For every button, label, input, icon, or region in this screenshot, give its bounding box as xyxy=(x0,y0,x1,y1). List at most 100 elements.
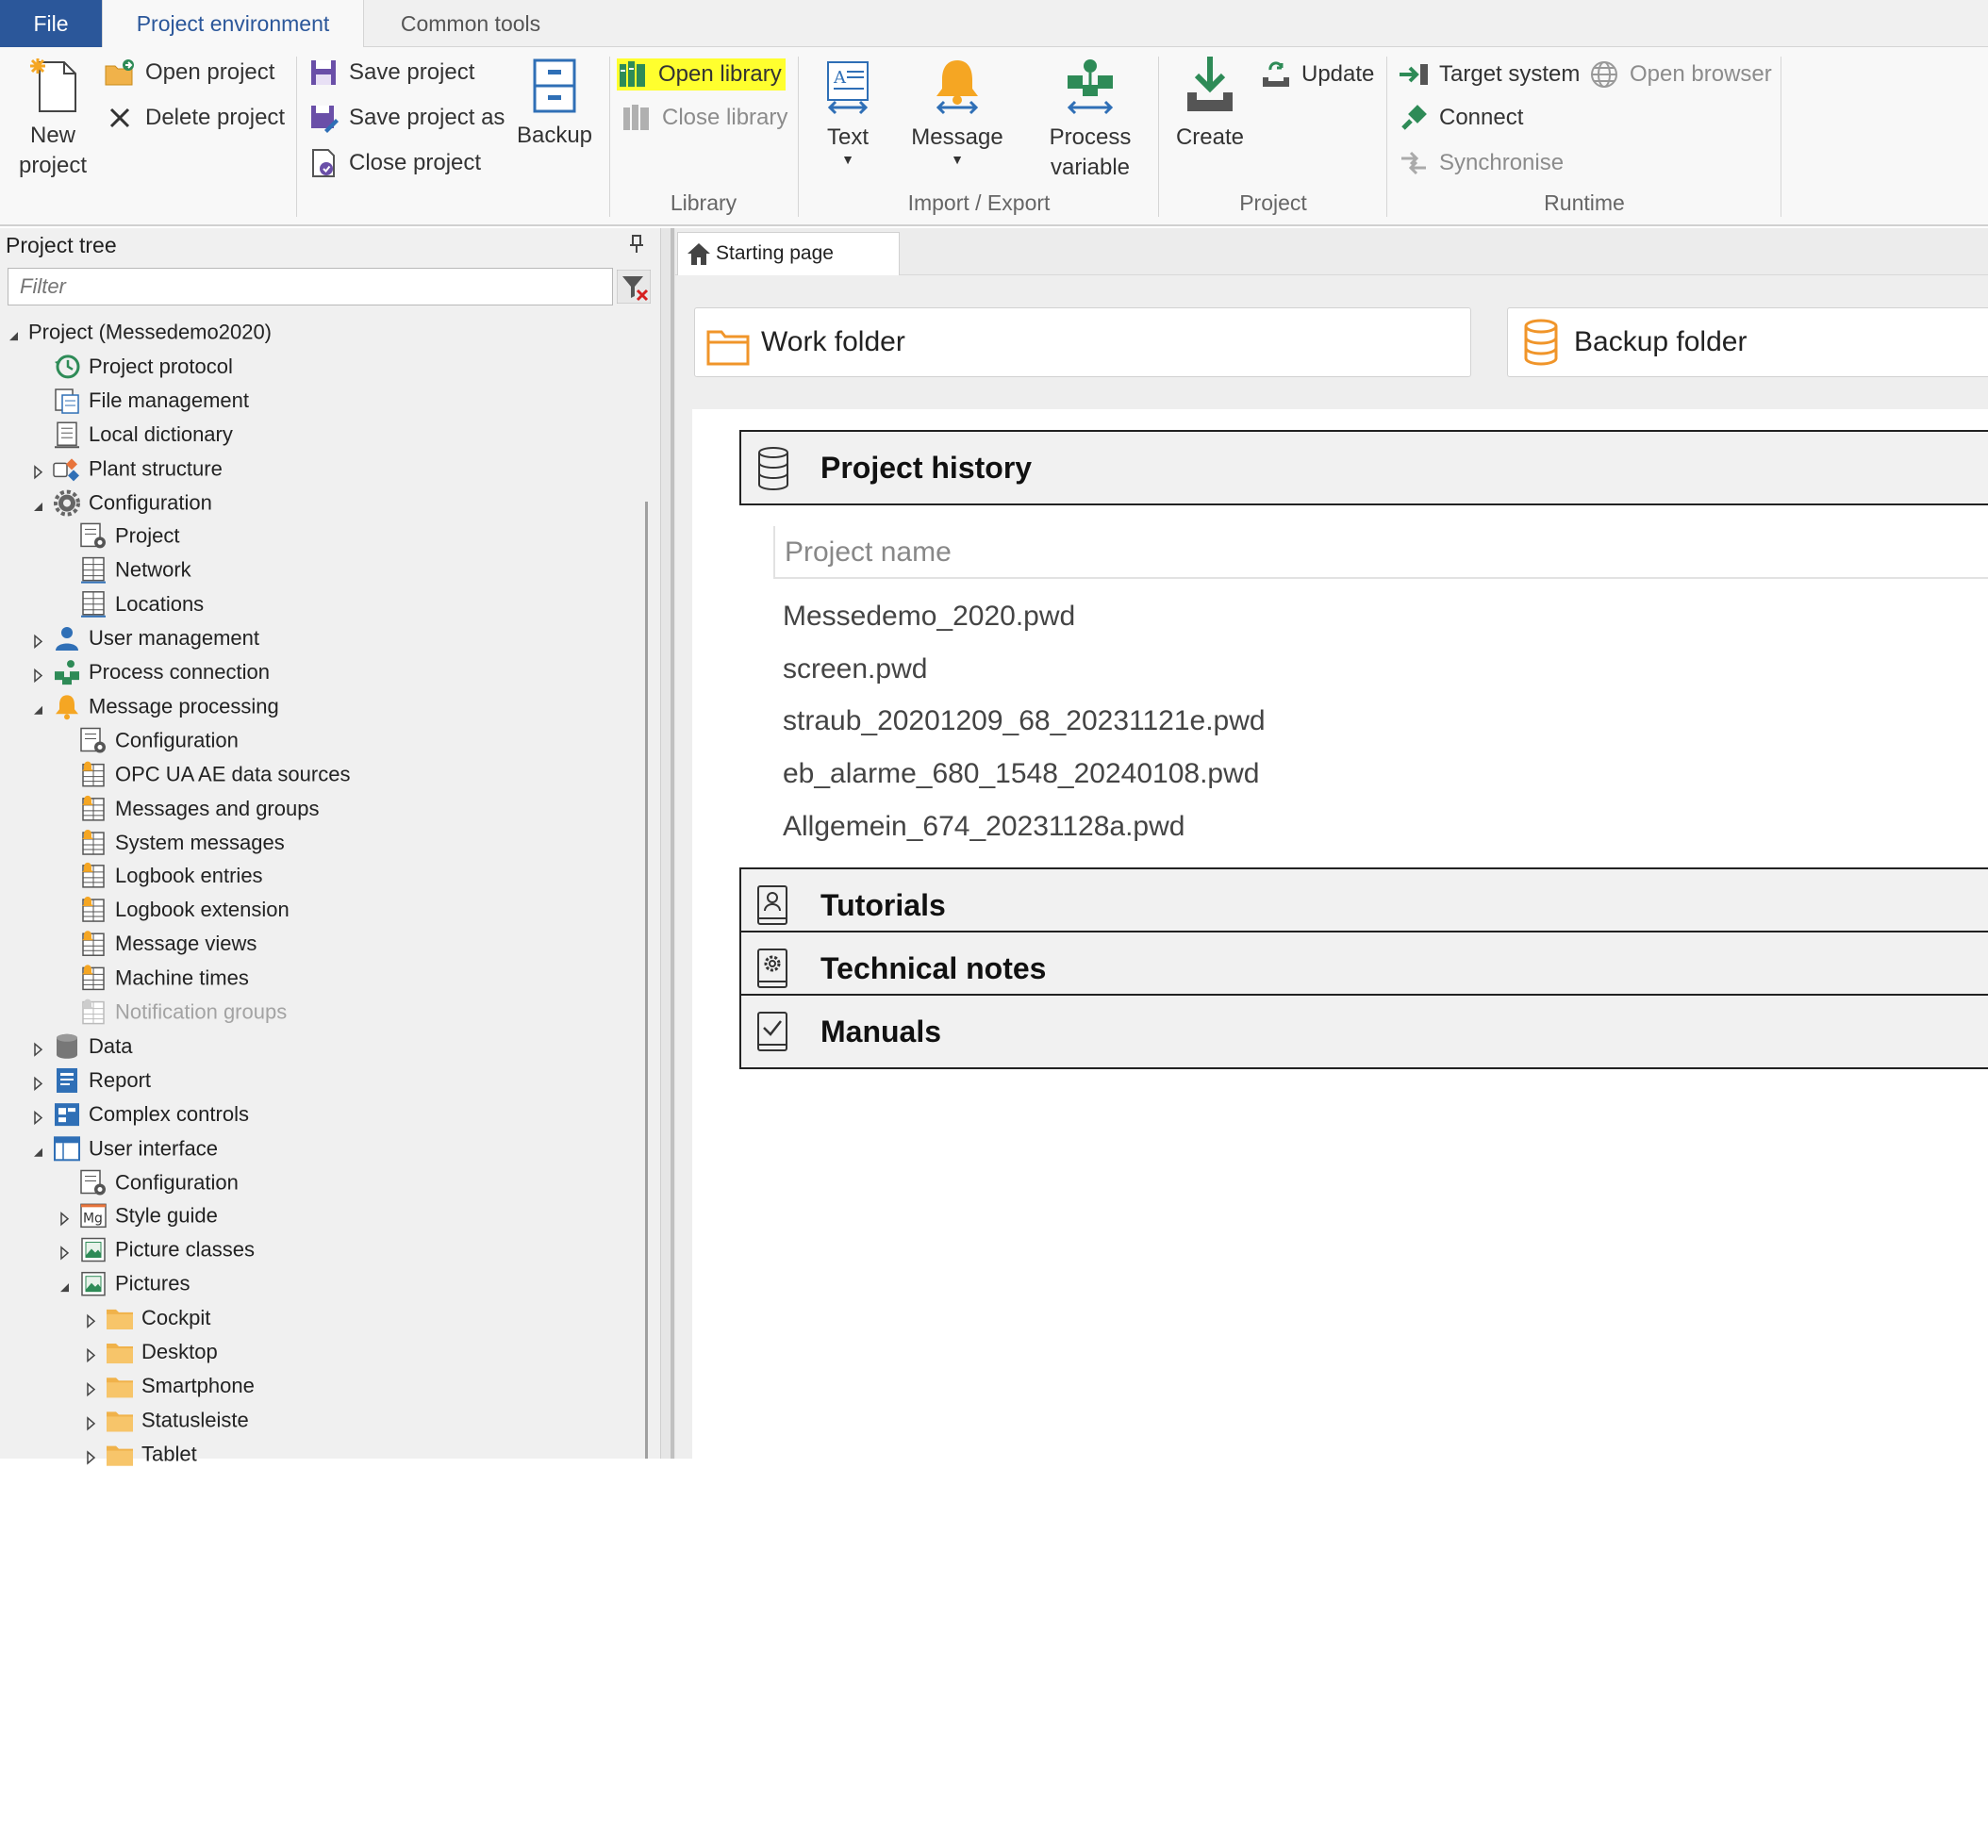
tab-file[interactable]: File xyxy=(0,0,102,47)
new-project-button[interactable]: New project xyxy=(6,57,100,181)
project-history-row[interactable]: screen.pwd xyxy=(783,651,927,688)
tab-starting-page[interactable]: Starting page xyxy=(677,232,900,275)
expand-arrow-icon[interactable] xyxy=(57,1246,72,1261)
text-import-button[interactable]: A Text ▼ xyxy=(807,58,888,166)
collapse-arrow-icon[interactable] xyxy=(30,1144,45,1159)
expand-arrow-icon[interactable] xyxy=(30,634,45,650)
tree-item[interactable]: Data xyxy=(53,1030,132,1064)
tree-item[interactable]: Pictures xyxy=(79,1267,190,1301)
manuals-header[interactable]: Manuals xyxy=(739,994,1988,1069)
close-library-button[interactable]: Close library xyxy=(621,102,787,134)
cfgdoc-icon xyxy=(79,726,108,754)
home-icon xyxy=(686,240,712,267)
save-project-as-button[interactable]: Save project as xyxy=(307,102,505,134)
tree-item[interactable]: Project xyxy=(79,520,179,553)
project-history-header[interactable]: Project history xyxy=(739,430,1988,505)
tree-item[interactable]: File management xyxy=(53,384,249,418)
project-history-row[interactable]: straub_20201209_68_20231121e.pwd xyxy=(783,702,1266,740)
close-project-button[interactable]: Close project xyxy=(307,147,481,179)
backup-button[interactable]: Backup xyxy=(509,57,600,151)
expand-arrow-icon[interactable] xyxy=(83,1415,98,1431)
update-button[interactable]: Update xyxy=(1260,58,1374,91)
tree-item[interactable]: System messages xyxy=(79,825,285,859)
expand-arrow-icon[interactable] xyxy=(83,1347,98,1363)
open-project-button[interactable]: Open project xyxy=(104,57,274,89)
connect-button[interactable]: Connect xyxy=(1398,102,1523,134)
synchronise-button[interactable]: Synchronise xyxy=(1398,147,1564,179)
tree-item[interactable]: Plant structure xyxy=(53,452,223,486)
pin-icon[interactable] xyxy=(628,234,645,255)
project-history-row[interactable]: eb_alarme_680_1548_20240108.pwd xyxy=(783,755,1259,793)
backup-folder-button[interactable]: Backup folder xyxy=(1507,307,1988,377)
collapse-arrow-icon[interactable] xyxy=(30,702,45,718)
tree-item[interactable]: OPC UA AE data sources xyxy=(79,757,350,791)
tree-item[interactable]: Mg Style guide xyxy=(79,1199,218,1233)
tree-item[interactable]: Smartphone xyxy=(106,1369,255,1403)
open-browser-button[interactable]: Open browser xyxy=(1588,58,1772,91)
expand-arrow-icon[interactable] xyxy=(30,668,45,684)
tree-item[interactable]: Report xyxy=(53,1064,151,1097)
clear-filter-icon[interactable] xyxy=(616,269,652,305)
ribbon-separator xyxy=(1386,57,1387,217)
ribbon-separator xyxy=(798,57,799,217)
work-folder-button[interactable]: Work folder xyxy=(694,307,1471,377)
tree-item[interactable]: Local dictionary xyxy=(53,418,233,452)
open-browser-label: Open browser xyxy=(1630,61,1772,87)
tree-item[interactable]: User management xyxy=(53,621,259,655)
tree-item[interactable]: Messages and groups xyxy=(79,791,319,825)
bellgridgray-icon xyxy=(79,998,108,1027)
svg-text:A: A xyxy=(833,68,847,88)
process-variable-import-button[interactable]: Process variable xyxy=(1024,57,1156,183)
expand-arrow-icon[interactable] xyxy=(30,1076,45,1091)
save-project-button[interactable]: Save project xyxy=(307,57,474,89)
database-icon xyxy=(1519,319,1563,366)
tree-item[interactable]: Message processing xyxy=(53,689,279,723)
delete-project-button[interactable]: Delete project xyxy=(104,102,285,134)
tree-item[interactable]: Process connection xyxy=(53,655,270,689)
tree-item[interactable]: Project (Messedemo2020) xyxy=(28,316,272,350)
tree-item[interactable]: Configuration xyxy=(79,723,239,757)
target-system-button[interactable]: Target system xyxy=(1398,58,1580,91)
tree-scrollbar[interactable] xyxy=(645,502,648,1459)
expand-arrow-icon[interactable] xyxy=(83,1381,98,1397)
tree-item[interactable]: Logbook entries xyxy=(79,859,263,893)
filter-input[interactable] xyxy=(8,268,613,305)
tree-item[interactable]: Message views xyxy=(79,927,257,961)
tree-item[interactable]: Statusleiste xyxy=(106,1403,249,1437)
expand-arrow-icon[interactable] xyxy=(83,1449,98,1465)
collapse-arrow-icon[interactable] xyxy=(30,498,45,513)
expand-arrow-icon[interactable] xyxy=(83,1313,98,1329)
expand-arrow-icon[interactable] xyxy=(30,464,45,479)
tree-item[interactable]: Logbook extension xyxy=(79,893,290,927)
tree-item[interactable]: Cockpit xyxy=(106,1301,210,1335)
tree-item[interactable]: Notification groups xyxy=(79,996,287,1030)
tab-common-tools[interactable]: Common tools xyxy=(364,0,577,47)
collapse-arrow-icon[interactable] xyxy=(57,1279,72,1295)
target-system-label: Target system xyxy=(1439,61,1581,87)
tree-item[interactable]: Tablet xyxy=(106,1437,197,1471)
tab-project-environment[interactable]: Project environment xyxy=(102,0,364,49)
collapse-arrow-icon[interactable] xyxy=(6,328,21,343)
tree-item[interactable]: Picture classes xyxy=(79,1233,255,1267)
project-history-row[interactable]: Allgemein_674_20231128a.pwd xyxy=(783,808,1185,846)
open-library-button[interactable]: Open library xyxy=(617,58,786,91)
tree-item[interactable]: Locations xyxy=(79,587,204,621)
tree-item[interactable]: Configuration xyxy=(53,486,212,520)
tree-item[interactable]: Configuration xyxy=(79,1165,239,1199)
tree-item[interactable]: Network xyxy=(79,553,191,587)
tree-item[interactable]: Complex controls xyxy=(53,1097,249,1131)
expand-arrow-icon[interactable] xyxy=(30,1110,45,1125)
project-name-column-header[interactable]: Project name xyxy=(773,526,1988,579)
tree-item[interactable]: Project protocol xyxy=(53,350,233,384)
save-project-as-label: Save project as xyxy=(349,105,505,130)
message-import-button[interactable]: Message ▼ xyxy=(905,57,1009,166)
tree-item-label: File management xyxy=(89,388,249,412)
tree-item[interactable]: Desktop xyxy=(106,1335,218,1369)
project-history-row[interactable]: Messedemo_2020.pwd xyxy=(783,598,1075,635)
tree-item[interactable]: Machine times xyxy=(79,962,249,996)
database-icon xyxy=(754,445,792,492)
expand-arrow-icon[interactable] xyxy=(30,1042,45,1057)
expand-arrow-icon[interactable] xyxy=(57,1212,72,1227)
create-button[interactable]: Create xyxy=(1169,55,1251,153)
tree-item[interactable]: User interface xyxy=(53,1131,218,1165)
